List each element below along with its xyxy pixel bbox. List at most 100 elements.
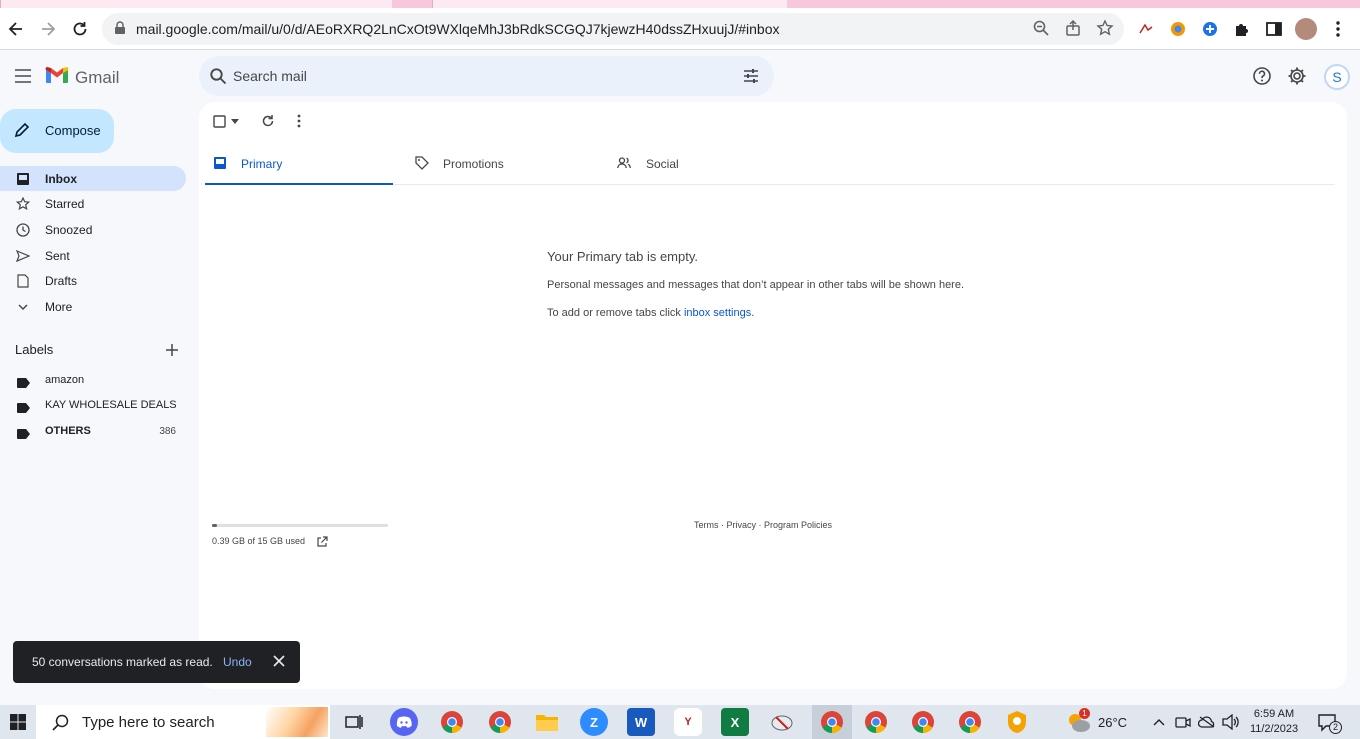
label-item-others[interactable]: OTHERS 386 — [0, 419, 186, 443]
select-checkbox[interactable] — [213, 115, 227, 129]
volume-icon[interactable] — [1222, 713, 1240, 731]
search-highlight-image — [266, 707, 328, 737]
close-icon[interactable] — [272, 654, 286, 673]
more-options-icon[interactable] — [297, 114, 301, 128]
tab-social[interactable]: Social — [610, 144, 810, 185]
main-menu-button[interactable] — [8, 61, 38, 91]
terms-link[interactable]: Terms — [694, 520, 719, 530]
word-icon[interactable]: W — [627, 708, 655, 736]
compose-button[interactable]: Compose — [0, 109, 114, 153]
extension-icon[interactable] — [1164, 15, 1192, 43]
nav-label: Inbox — [45, 172, 77, 186]
people-icon — [617, 156, 631, 174]
gmail-m-icon — [45, 66, 69, 89]
browser-tab[interactable] — [432, 0, 787, 8]
puzzle-icon[interactable] — [1228, 15, 1256, 43]
share-icon[interactable] — [1064, 19, 1082, 42]
profile-avatar[interactable] — [1292, 15, 1320, 43]
app-icon[interactable] — [768, 708, 796, 736]
extension-icon[interactable] — [1132, 15, 1160, 43]
external-link-icon[interactable] — [316, 535, 328, 553]
address-bar[interactable]: mail.google.com/mail/u/0/d/AEoRXRQ2LnCxO… — [102, 13, 1124, 45]
zoom-app-icon[interactable]: Z — [580, 708, 608, 736]
label-unread-count: 386 — [159, 426, 176, 437]
chrome-icon[interactable] — [956, 708, 984, 736]
label-item-amazon[interactable]: amazon — [0, 368, 186, 392]
windows-start-icon[interactable] — [0, 705, 36, 739]
task-view-icon[interactable] — [340, 708, 368, 736]
browser-tab[interactable] — [0, 0, 392, 8]
clock-icon — [15, 222, 31, 238]
weather-alert-badge: 1 — [1079, 708, 1090, 719]
storage-usage-text: 0.39 GB of 15 GB used — [212, 536, 306, 546]
inbox-icon — [15, 171, 31, 187]
privacy-link[interactable]: Privacy — [727, 520, 757, 530]
search-input[interactable] — [233, 64, 713, 88]
chrome-icon[interactable] — [909, 708, 937, 736]
label-name: amazon — [45, 374, 85, 386]
label-tag-icon — [17, 400, 30, 418]
discord-icon[interactable] — [390, 708, 418, 736]
search-bar[interactable] — [199, 56, 774, 96]
chrome-icon[interactable] — [486, 708, 514, 736]
label-name: KAY WHOLESALE DEALS — [45, 399, 177, 411]
refresh-icon[interactable] — [261, 114, 275, 128]
tab-label: Social — [646, 157, 679, 171]
onedrive-cloud-icon[interactable] — [1198, 713, 1216, 731]
search-icon — [52, 714, 69, 736]
program-policies-link[interactable]: Program Policies — [764, 520, 832, 530]
nav-label: Sent — [45, 249, 70, 263]
taskbar-clock[interactable]: 6:59 AM 11/2/2023 — [1244, 707, 1304, 737]
nav-item-more[interactable]: More — [0, 294, 186, 319]
draft-icon — [15, 273, 31, 289]
label-item-kay-wholesale-deals[interactable]: KAY WHOLESALE DEALS — [0, 393, 186, 417]
file-explorer-icon[interactable] — [533, 708, 561, 736]
inbox-settings-link[interactable]: inbox settings — [684, 307, 751, 319]
excel-icon[interactable]: X — [721, 708, 749, 736]
tab-primary[interactable]: Primary — [205, 144, 393, 185]
reload-button[interactable] — [66, 15, 94, 43]
gmail-logo[interactable]: Gmail — [45, 66, 119, 89]
nav-item-sent[interactable]: Sent — [0, 243, 186, 268]
chrome-icon[interactable] — [862, 708, 890, 736]
account-avatar[interactable]: S — [1324, 64, 1350, 90]
meet-now-icon[interactable] — [1174, 713, 1192, 731]
nav-label: Snoozed — [45, 223, 93, 237]
add-label-icon[interactable] — [163, 341, 181, 359]
chrome-menu-icon[interactable] — [1324, 15, 1352, 43]
footer-separator: · — [756, 520, 765, 530]
weather-widget[interactable]: 1 26°C — [1064, 708, 1140, 736]
vpn-shield-icon[interactable] — [1003, 708, 1031, 736]
app-icon[interactable]: Y — [674, 708, 702, 736]
tab-promotions[interactable]: Promotions — [407, 144, 607, 185]
back-button[interactable] — [2, 15, 30, 43]
select-dropdown-icon[interactable] — [231, 119, 239, 125]
chevron-up-icon[interactable] — [1150, 713, 1168, 731]
settings-gear-icon[interactable] — [1285, 64, 1309, 88]
extension-icon[interactable] — [1196, 15, 1224, 43]
forward-button[interactable] — [34, 15, 62, 43]
active-tab-indicator — [205, 183, 393, 185]
search-icon[interactable] — [209, 67, 227, 90]
notification-center-icon[interactable]: 2 — [1318, 713, 1342, 738]
help-icon[interactable] — [1250, 64, 1274, 88]
bookmark-star-icon[interactable] — [1096, 19, 1114, 42]
snackbar-message: 50 conversations marked as read. — [32, 655, 213, 669]
nav-item-inbox[interactable]: Inbox — [0, 166, 186, 191]
nav-item-starred[interactable]: Starred — [0, 191, 186, 216]
nav-item-drafts[interactable]: Drafts — [0, 268, 186, 293]
zoom-icon[interactable] — [1032, 19, 1050, 42]
undo-button[interactable]: Undo — [223, 655, 252, 669]
notification-count: 2 — [1329, 721, 1342, 734]
chrome-icon[interactable] — [438, 708, 466, 736]
taskbar-search-box[interactable]: Type here to search — [36, 705, 330, 739]
tab-label: Promotions — [443, 157, 504, 171]
search-options-icon[interactable] — [742, 67, 760, 90]
nav-item-snoozed[interactable]: Snoozed — [0, 217, 186, 242]
windows-taskbar: Type here to search Z W Y X 1 26°C 6:59 … — [0, 705, 1360, 739]
snackbar: 50 conversations marked as read. Undo — [13, 641, 300, 683]
nav-label: Starred — [45, 197, 85, 211]
chrome-icon[interactable] — [812, 705, 852, 739]
side-panel-icon[interactable] — [1260, 15, 1288, 43]
taskbar-search-text: Type here to search — [82, 714, 215, 731]
